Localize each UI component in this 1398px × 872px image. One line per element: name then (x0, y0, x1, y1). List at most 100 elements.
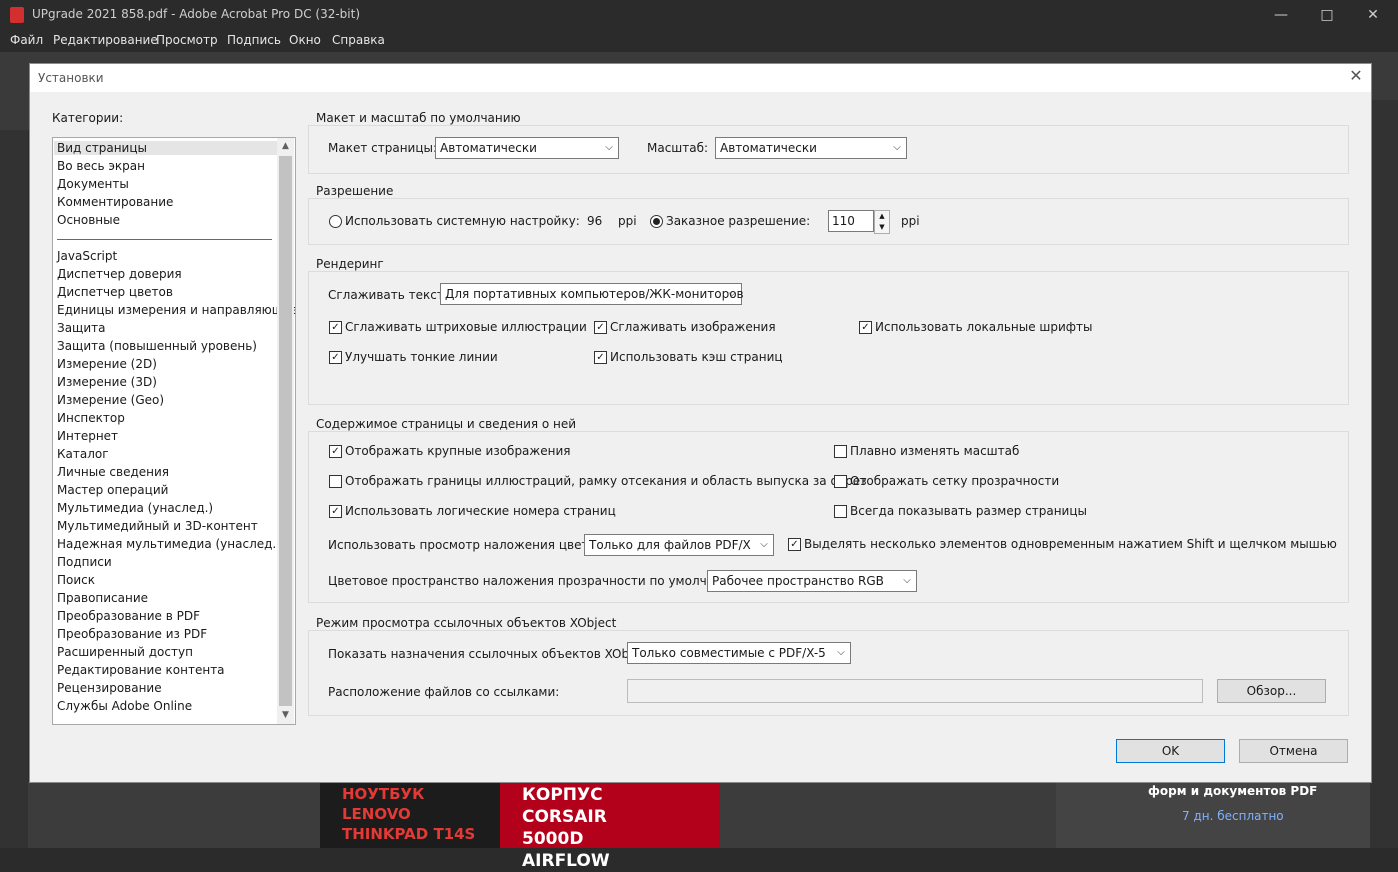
ad-lenovo-text: НОУТБУК LENOVO THINKPAD T14S (342, 785, 476, 843)
category-item[interactable]: Преобразование в PDF (57, 609, 200, 623)
category-item[interactable]: Правописание (57, 591, 148, 605)
category-item[interactable]: Диспетчер цветов (57, 285, 173, 299)
category-item-commenting[interactable]: Комментирование (57, 195, 173, 209)
category-item[interactable]: Поиск (57, 573, 95, 587)
ad-corsair-text: КОРПУС CORSAIR 5000D AIRFLOW (522, 785, 610, 871)
page-layout-label: Макет страницы: (328, 141, 438, 155)
stepper-down-icon[interactable]: ▼ (875, 222, 889, 233)
rendering-group-title: Рендеринг (313, 257, 387, 271)
promo-link[interactable]: 7 дн. бесплатно (1182, 809, 1284, 823)
system-resolution-unit: ppi (618, 214, 637, 228)
category-item-documents[interactable]: Документы (57, 177, 129, 191)
scroll-up-icon[interactable]: ▲ (277, 138, 294, 155)
cancel-button[interactable]: Отмена (1239, 739, 1348, 763)
ok-button[interactable]: OK (1116, 739, 1225, 763)
menu-file[interactable]: Файл (10, 33, 43, 47)
right-panel (1370, 100, 1398, 848)
category-separator (57, 239, 272, 240)
scroll-down-icon[interactable]: ▼ (277, 707, 294, 724)
promo-text: форм и документов PDF (1148, 784, 1318, 798)
category-item[interactable]: Инспектор (57, 411, 125, 425)
custom-resolution-radio[interactable] (650, 215, 663, 228)
category-item[interactable]: Редактирование контента (57, 663, 225, 677)
menu-help[interactable]: Справка (332, 33, 385, 47)
page-layout-select[interactable]: Автоматически ⌵ (435, 137, 619, 159)
stepper-up-icon[interactable]: ▲ (875, 211, 889, 222)
smooth-images-checkbox[interactable]: ✓ (594, 321, 607, 334)
ad-banner-lenovo: НОУТБУК LENOVO THINKPAD T14S (320, 782, 500, 848)
category-item[interactable]: Защита (повышенный уровень) (57, 339, 257, 353)
category-item[interactable]: Личные сведения (57, 465, 169, 479)
category-item[interactable]: Защита (57, 321, 106, 335)
browse-button[interactable]: Обзор... (1217, 679, 1326, 703)
blend-space-select[interactable]: Рабочее пространство RGB ⌵ (707, 570, 917, 592)
smooth-text-select[interactable]: Для портативных компьютеров/ЖК-мониторов… (440, 283, 744, 305)
show-large-images-label: Отображать крупные изображения (345, 444, 571, 458)
category-item-general[interactable]: Основные (57, 213, 120, 227)
preferences-dialog: Установки ✕ Категории: Вид страницы Во в… (29, 63, 1372, 783)
category-item[interactable]: Измерение (2D) (57, 357, 157, 371)
menu-view[interactable]: Просмотр (156, 33, 218, 47)
category-item[interactable]: Интернет (57, 429, 118, 443)
category-item[interactable]: Расширенный доступ (57, 645, 193, 659)
smooth-line-art-checkbox[interactable]: ✓ (329, 321, 342, 334)
show-art-boxes-checkbox[interactable] (329, 475, 342, 488)
smooth-zoom-checkbox[interactable] (834, 445, 847, 458)
xobject-targets-select[interactable]: Только совместимые с PDF/X-5 ⌵ (627, 642, 851, 664)
category-item[interactable]: Рецензирование (57, 681, 162, 695)
chevron-down-icon: ⌵ (903, 575, 911, 586)
category-item-full-screen[interactable]: Во весь экран (57, 159, 145, 173)
custom-resolution-input[interactable]: 110 (828, 210, 874, 232)
menu-edit[interactable]: Редактирование (53, 33, 158, 47)
categories-list: Вид страницы Во весь экран Документы Ком… (52, 137, 296, 725)
logical-page-numbers-checkbox[interactable]: ✓ (329, 505, 342, 518)
menu-sign[interactable]: Подпись (227, 33, 281, 47)
show-large-images-checkbox[interactable]: ✓ (329, 445, 342, 458)
maximize-icon[interactable]: □ (1318, 6, 1336, 24)
enhance-thin-lines-checkbox[interactable]: ✓ (329, 351, 342, 364)
overprint-value: Только для файлов PDF/X (589, 538, 751, 552)
resolution-group-title: Разрешение (313, 184, 397, 198)
category-item[interactable]: Надежная мультимедиа (унаслед.) (57, 537, 281, 551)
category-item[interactable]: Каталог (57, 447, 109, 461)
category-item-page-display[interactable]: Вид страницы (54, 141, 280, 155)
category-item[interactable]: Единицы измерения и направляющие (57, 303, 295, 317)
category-item[interactable]: Измерение (3D) (57, 375, 157, 389)
page-content-group-title: Содержимое страницы и сведения о ней (313, 417, 580, 431)
always-show-page-size-checkbox[interactable] (834, 505, 847, 518)
multi-select-checkbox[interactable]: ✓ (788, 538, 801, 551)
smooth-text-label: Сглаживать текст: (328, 288, 448, 302)
categories-label: Категории: (52, 111, 124, 125)
category-item[interactable]: Диспетчер доверия (57, 267, 182, 281)
zoom-select[interactable]: Автоматически ⌵ (715, 137, 907, 159)
category-item[interactable]: Измерение (Geo) (57, 393, 164, 407)
category-item[interactable]: Мультимедиа (унаслед.) (57, 501, 213, 515)
scroll-thumb[interactable] (279, 156, 292, 706)
overprint-select[interactable]: Только для файлов PDF/X ⌵ (584, 534, 774, 556)
category-item[interactable]: Службы Adobe Online (57, 699, 192, 713)
minimize-icon[interactable]: — (1272, 6, 1290, 24)
resolution-stepper[interactable]: ▲ ▼ (874, 210, 890, 234)
transparency-grid-checkbox[interactable] (834, 475, 847, 488)
category-item[interactable]: Мультимедийный и 3D-контент (57, 519, 258, 533)
categories-scrollbar[interactable]: ▲ ▼ (277, 138, 294, 724)
page-cache-label: Использовать кэш страниц (610, 350, 783, 364)
category-item[interactable]: JavaScript (57, 249, 117, 263)
local-fonts-checkbox[interactable]: ✓ (859, 321, 872, 334)
category-item[interactable]: Мастер операций (57, 483, 168, 497)
category-item[interactable]: Подписи (57, 555, 112, 569)
ad-banner-corsair: КОРПУС CORSAIR 5000D AIRFLOW (500, 782, 720, 871)
close-icon[interactable]: ✕ (1348, 68, 1364, 84)
promo-panel: форм и документов PDF 7 дн. бесплатно (1056, 782, 1370, 848)
system-resolution-radio[interactable] (329, 215, 342, 228)
enhance-thin-lines-label: Улучшать тонкие линии (345, 350, 498, 364)
multi-select-label: Выделять несколько элементов одновременн… (804, 537, 1337, 551)
page-cache-checkbox[interactable]: ✓ (594, 351, 607, 364)
close-window-icon[interactable]: ✕ (1364, 6, 1382, 24)
smooth-text-value: Для портативных компьютеров/ЖК-мониторов (445, 287, 744, 301)
blend-space-label: Цветовое пространство наложения прозрачн… (328, 574, 744, 588)
category-item[interactable]: Преобразование из PDF (57, 627, 207, 641)
xobject-group-title: Режим просмотра ссылочных объектов XObje… (313, 616, 620, 630)
menu-window[interactable]: Окно (289, 33, 321, 47)
linked-files-location-input[interactable] (627, 679, 1203, 703)
